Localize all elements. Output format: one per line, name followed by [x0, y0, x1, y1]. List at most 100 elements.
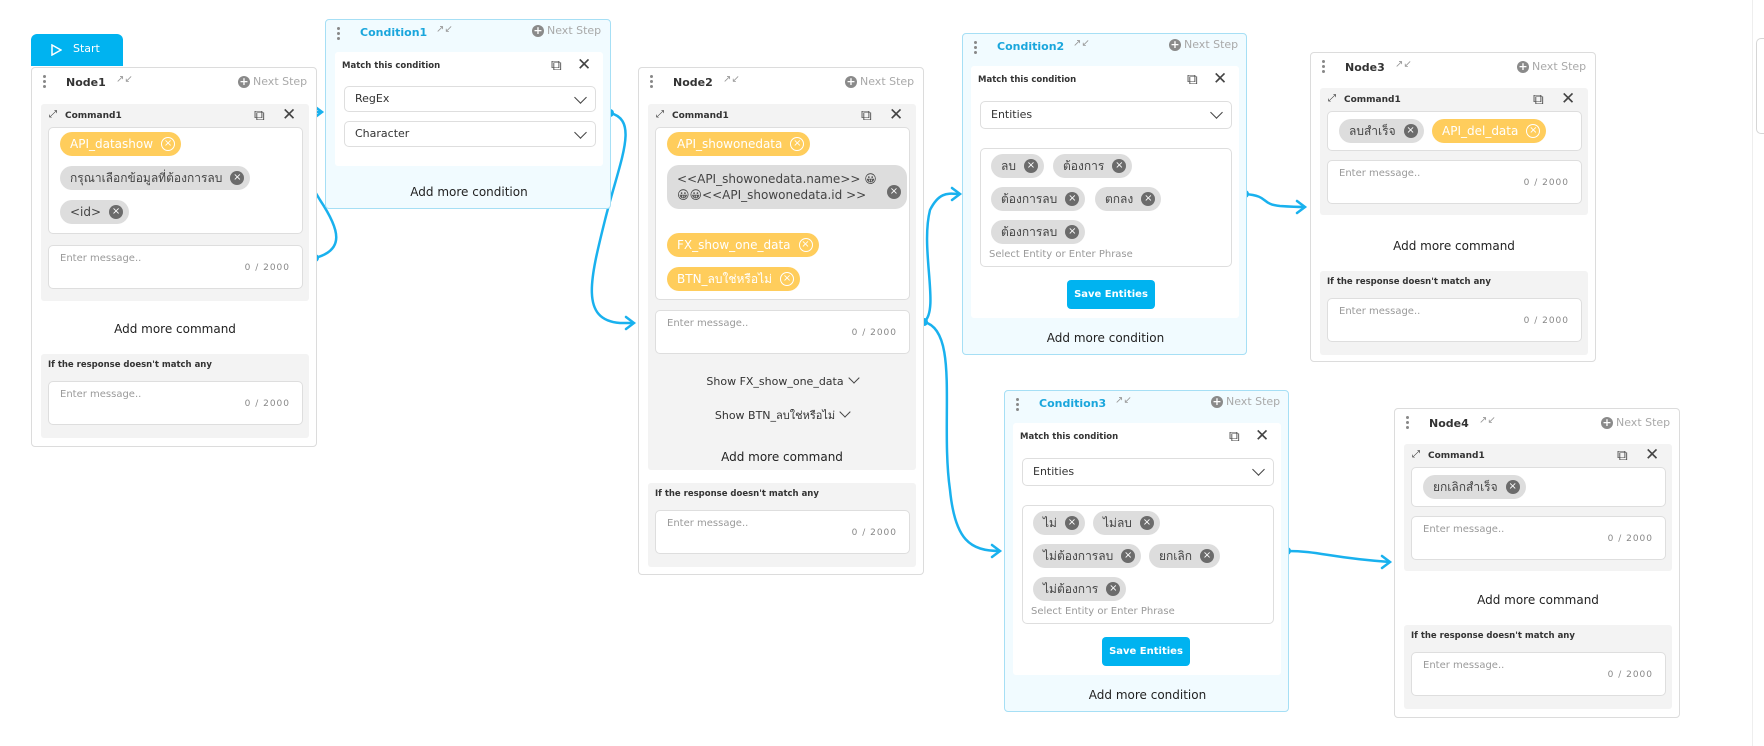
expand-icon[interactable]: ⤢	[1328, 93, 1336, 104]
chip-text[interactable]: ยกเลิกสำเร็จ ×	[1423, 475, 1526, 499]
close-icon[interactable]: ✕	[1213, 71, 1227, 88]
remove-chip-icon[interactable]: ×	[1065, 225, 1080, 239]
chip-text[interactable]: ลบสำเร็จ ×	[1339, 119, 1424, 143]
remove-chip-icon[interactable]: ×	[1106, 582, 1121, 596]
remove-chip-icon[interactable]: ×	[1112, 159, 1127, 173]
message-input[interactable]: Enter message.. 0 / 2000	[1327, 160, 1582, 204]
save-entities-button[interactable]: Save Entities	[1102, 637, 1190, 666]
chip-function[interactable]: FX_show_one_data ×	[667, 233, 819, 257]
remove-chip-icon[interactable]: ×	[887, 185, 901, 199]
duplicate-icon[interactable]: ⧉	[1187, 72, 1198, 87]
node1-card[interactable]: Node1 ↗↙ + Next Step ⤢ Command1 ⧉ ✕ API_d…	[31, 67, 317, 447]
chip-api[interactable]: API_showonedata ×	[667, 132, 811, 156]
fallback-message-input[interactable]: Enter message.. 0 / 2000	[1411, 652, 1666, 696]
drag-handle-icon[interactable]	[974, 41, 978, 55]
duplicate-icon[interactable]: ⧉	[551, 58, 562, 73]
chip-text[interactable]: <<API_showonedata.name>> 😀😀😀<<API_showon…	[667, 165, 907, 209]
add-more-command-button[interactable]: Add more command	[639, 450, 925, 464]
drag-handle-icon[interactable]	[337, 27, 341, 41]
collapse-icon[interactable]: ↗↙	[1395, 59, 1412, 70]
remove-chip-icon[interactable]: ×	[109, 205, 124, 219]
collapse-icon[interactable]: ↗↙	[116, 74, 133, 85]
remove-chip-icon[interactable]: ×	[1526, 124, 1541, 138]
remove-chip-icon[interactable]: ×	[1065, 192, 1080, 206]
condition-type-select[interactable]: Entities	[1022, 458, 1274, 486]
remove-chip-icon[interactable]: ×	[1064, 516, 1079, 530]
collapse-icon[interactable]: ↗↙	[1479, 415, 1496, 426]
collapse-icon[interactable]: ↗↙	[1115, 395, 1132, 406]
close-icon[interactable]: ✕	[1645, 447, 1659, 464]
chip-text[interactable]: กรุณาเลือกข้อมูลที่ต้องการลบ ×	[60, 166, 251, 190]
message-input[interactable]: Enter message.. 0 / 2000	[48, 245, 303, 289]
chip-text[interactable]: <id> ×	[60, 200, 130, 224]
show-button-toggle[interactable]: Show BTN_ลบใช่หรือไม่	[648, 406, 916, 424]
expand-icon[interactable]: ⤢	[656, 109, 664, 120]
node3-card[interactable]: Node3 ↗↙ + Next Step ⤢ Command1 ⧉ ✕ ลบสำเ…	[1310, 52, 1596, 362]
entity-chip[interactable]: ลบ ×	[991, 154, 1044, 178]
next-step-button[interactable]: + Next Step	[1169, 38, 1238, 51]
remove-chip-icon[interactable]: ×	[1200, 549, 1215, 563]
node2-card[interactable]: Node2 ↗↙ + Next Step ⤢ Command1 ⧉ ✕ API_s…	[638, 67, 924, 575]
entity-input[interactable]: Select Entity or Enter Phrase	[1031, 606, 1175, 617]
drag-handle-icon[interactable]	[1406, 416, 1410, 430]
remove-chip-icon[interactable]: ×	[1141, 192, 1156, 206]
next-step-button[interactable]: + Next Step	[532, 24, 601, 37]
show-function-toggle[interactable]: Show FX_show_one_data	[648, 372, 916, 388]
remove-chip-icon[interactable]: ×	[1403, 124, 1418, 138]
remove-chip-icon[interactable]: ×	[1139, 516, 1154, 530]
entity-chip[interactable]: ไม่ต้องการ ×	[1033, 577, 1127, 601]
close-icon[interactable]: ✕	[282, 107, 296, 124]
entity-chip[interactable]: ไม่ลบ ×	[1093, 511, 1160, 535]
next-step-button[interactable]: + Next Step	[1601, 416, 1670, 429]
entity-chip[interactable]: ไม่ ×	[1033, 511, 1085, 535]
condition-subtype-select[interactable]: Character	[344, 121, 596, 147]
remove-chip-icon[interactable]: ×	[1023, 159, 1038, 173]
next-step-button[interactable]: + Next Step	[845, 75, 914, 88]
drag-handle-icon[interactable]	[43, 75, 47, 89]
drag-handle-icon[interactable]	[650, 75, 654, 89]
duplicate-icon[interactable]: ⧉	[1617, 448, 1628, 463]
add-more-condition-button[interactable]: Add more condition	[326, 185, 612, 199]
collapse-icon[interactable]: ↗↙	[1073, 38, 1090, 49]
fallback-message-input[interactable]: Enter message.. 0 / 2000	[1327, 298, 1582, 342]
save-entities-button[interactable]: Save Entities	[1067, 280, 1155, 309]
chip-api[interactable]: API_datashow ×	[60, 132, 182, 156]
collapse-icon[interactable]: ↗↙	[436, 24, 453, 35]
close-icon[interactable]: ✕	[1255, 428, 1269, 445]
collapse-icon[interactable]: ↗↙	[723, 74, 740, 85]
remove-chip-icon[interactable]: ×	[798, 238, 813, 252]
condition-type-select[interactable]: RegEx	[344, 86, 596, 112]
remove-chip-icon[interactable]: ×	[230, 171, 245, 185]
message-input[interactable]: Enter message.. 0 / 2000	[1411, 516, 1666, 560]
drag-handle-icon[interactable]	[1016, 398, 1020, 412]
remove-chip-icon[interactable]: ×	[780, 272, 795, 286]
condition3-card[interactable]: Condition3 ↗↙ + Next Step Match this cond…	[1004, 390, 1289, 712]
entity-chip[interactable]: ยกเลิก ×	[1149, 544, 1221, 568]
flow-canvas[interactable]: Start Node1 ↗↙ + Next Step ⤢ Command1 ⧉ ✕…	[0, 0, 1764, 746]
duplicate-icon[interactable]: ⧉	[861, 108, 872, 123]
start-tab[interactable]: Start	[31, 34, 123, 66]
next-step-button[interactable]: + Next Step	[1517, 60, 1586, 73]
next-step-button[interactable]: + Next Step	[238, 75, 307, 88]
add-more-command-button[interactable]: Add more command	[32, 322, 318, 336]
drag-handle-icon[interactable]	[1322, 60, 1326, 74]
condition-type-select[interactable]: Entities	[980, 101, 1232, 129]
condition2-card[interactable]: Condition2 ↗↙ + Next Step Match this cond…	[962, 33, 1247, 355]
duplicate-icon[interactable]: ⧉	[1533, 92, 1544, 107]
entity-input[interactable]: Select Entity or Enter Phrase	[989, 249, 1133, 260]
node4-card[interactable]: Node4 ↗↙ + Next Step ⤢ Command1 ⧉ ✕ ยกเลิ…	[1394, 408, 1680, 718]
fallback-message-input[interactable]: Enter message.. 0 / 2000	[48, 381, 303, 425]
duplicate-icon[interactable]: ⧉	[1229, 429, 1240, 444]
entity-chip[interactable]: ตกลง ×	[1095, 187, 1162, 211]
remove-chip-icon[interactable]: ×	[161, 137, 176, 151]
add-more-condition-button[interactable]: Add more condition	[1005, 688, 1290, 702]
entity-chip[interactable]: ต้องการ ×	[1053, 154, 1133, 178]
entity-chip[interactable]: ต้องการลบ ×	[991, 220, 1086, 244]
close-icon[interactable]: ✕	[577, 57, 591, 74]
add-more-command-button[interactable]: Add more command	[1311, 239, 1597, 253]
condition1-card[interactable]: Condition1 ↗↙ + Next Step Match this cond…	[325, 19, 611, 209]
remove-chip-icon[interactable]: ×	[1505, 480, 1520, 494]
close-icon[interactable]: ✕	[889, 107, 903, 124]
next-step-button[interactable]: + Next Step	[1211, 395, 1280, 408]
add-more-condition-button[interactable]: Add more condition	[963, 331, 1248, 345]
